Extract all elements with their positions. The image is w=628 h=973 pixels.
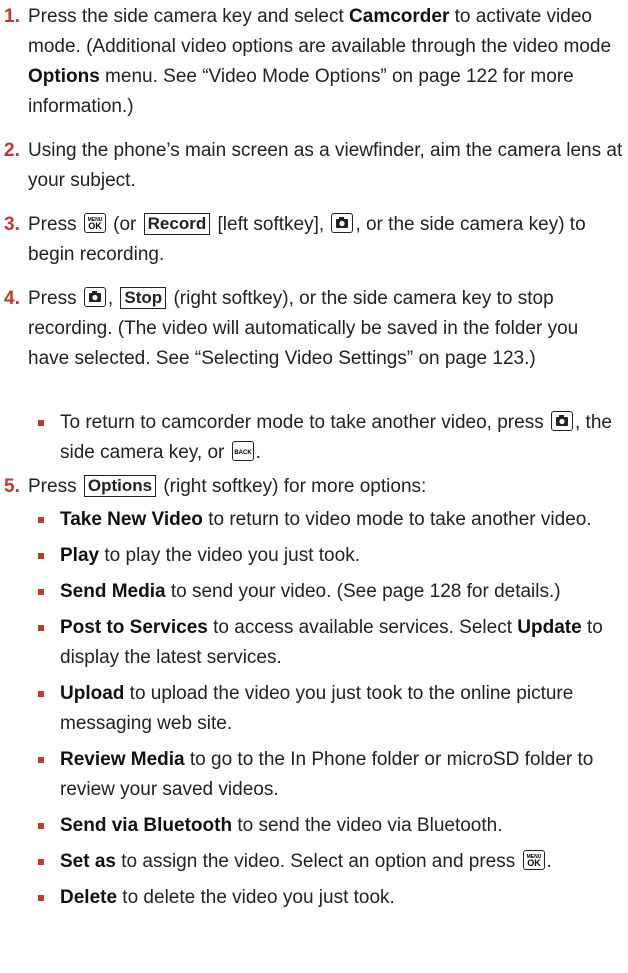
text: Press — [28, 288, 82, 309]
camera-key-icon — [331, 213, 354, 233]
option-label: Post to Services — [60, 617, 208, 638]
menu-ok-key-icon: MENU OK — [522, 850, 545, 870]
text: Press — [28, 476, 82, 497]
bullet-square-icon — [38, 895, 44, 901]
step-4-subitems: To return to camcorder mode to take anot… — [36, 408, 624, 468]
bullet-square-icon — [38, 691, 44, 697]
option-post-to-services: Post to Services to access available ser… — [36, 613, 624, 673]
option-take-new-video: Take New Video to return to video mode t… — [36, 505, 624, 535]
bullet-square-icon — [38, 589, 44, 595]
text: . — [546, 851, 552, 872]
text: [left softkey], — [212, 214, 330, 235]
step-text: Press the side camera key and select Cam… — [28, 2, 624, 122]
options-list: Take New Video to return to video mode t… — [36, 505, 624, 913]
camera-key-icon — [550, 411, 573, 431]
step-text: Press Options (right softkey) for more o… — [28, 472, 624, 502]
option-description: to access available services. Select — [207, 617, 518, 638]
text: (or — [107, 214, 142, 235]
option-description: to upload the video you just took to the… — [60, 683, 574, 734]
bullet-square-icon — [38, 859, 44, 865]
option-label: Review Media — [60, 749, 185, 770]
step-4: 4. Press , Stop (right softkey), or the … — [4, 284, 624, 374]
svg-text:OK: OK — [527, 858, 541, 868]
text: . — [255, 442, 261, 463]
bullet-square-icon — [38, 757, 44, 763]
option-review-media: Review Media to go to the In Phone folde… — [36, 745, 624, 805]
step-number: 3. — [4, 214, 20, 235]
option-description: to delete the video you just took. — [117, 887, 395, 908]
option-set-as: Set as to assign the video. Select an op… — [36, 847, 624, 877]
bullet-square-icon — [38, 553, 44, 559]
option-send-media: Send Media to send your video. (See page… — [36, 577, 624, 607]
step-number: 5. — [4, 476, 20, 497]
text: (right softkey) for more options: — [158, 476, 427, 497]
stop-softkey: Stop — [120, 287, 167, 309]
back-key-icon: BACK — [231, 441, 254, 461]
step-text: Using the phone’s main screen as a viewf… — [28, 140, 623, 191]
option-label: Play — [60, 545, 100, 566]
step-3: 3. Press MENU OK (or Record [left softkey… — [4, 210, 624, 270]
option-label: Update — [517, 617, 582, 638]
step-number: 4. — [4, 288, 20, 309]
option-description: to assign the video. Select an option an… — [115, 851, 521, 872]
option-label: Set as — [60, 851, 116, 872]
option-description: to send the video via Bluetooth. — [232, 815, 503, 836]
options-softkey: Options — [83, 475, 157, 497]
option-description: to play the video you just took. — [99, 545, 360, 566]
option-label: Send Media — [60, 581, 166, 602]
step-text: Press MENU OK (or Record [left softkey], … — [28, 210, 624, 270]
step-5: 5. Press Options (right softkey) for mor… — [4, 472, 624, 502]
bullet-square-icon — [38, 517, 44, 523]
step-2: 2. Using the phone’s main screen as a vi… — [4, 136, 624, 196]
text: Press the side camera key and select — [28, 6, 350, 27]
text: Press — [28, 214, 82, 235]
bold-term: Camcorder — [349, 6, 450, 27]
step-number: 2. — [4, 140, 20, 161]
option-description: to send your video. (See page 128 for de… — [165, 581, 561, 602]
menu-ok-key-icon: MENU OK — [83, 213, 106, 233]
option-play: Play to play the video you just took. — [36, 541, 624, 571]
bullet-square-icon — [38, 823, 44, 829]
option-label: Delete — [60, 887, 118, 908]
step-1: 1. Press the side camera key and select … — [4, 2, 624, 122]
option-send-via-bluetooth: Send via Bluetooth to send the video via… — [36, 811, 624, 841]
option-delete: Delete to delete the video you just took… — [36, 883, 624, 913]
text: To return to camcorder mode to take anot… — [60, 412, 549, 433]
option-upload: Upload to upload the video you just took… — [36, 679, 624, 739]
bullet-square-icon — [38, 625, 44, 631]
svg-text:BACK: BACK — [234, 450, 252, 456]
bold-term: Options — [28, 66, 100, 87]
record-softkey: Record — [143, 213, 211, 235]
step-number: 1. — [4, 6, 20, 27]
text: menu. See “Video Mode Options” on page 1… — [28, 66, 574, 117]
option-label: Take New Video — [60, 509, 203, 530]
camera-key-icon — [83, 287, 106, 307]
option-description: to return to video mode to take another … — [202, 509, 592, 530]
text: , — [107, 288, 119, 309]
step-text: Press , Stop (right softkey), or the sid… — [28, 284, 624, 374]
svg-text:OK: OK — [88, 221, 102, 231]
bullet-square-icon — [38, 420, 44, 426]
list-item: To return to camcorder mode to take anot… — [36, 408, 624, 468]
option-label: Upload — [60, 683, 125, 704]
option-label: Send via Bluetooth — [60, 815, 233, 836]
